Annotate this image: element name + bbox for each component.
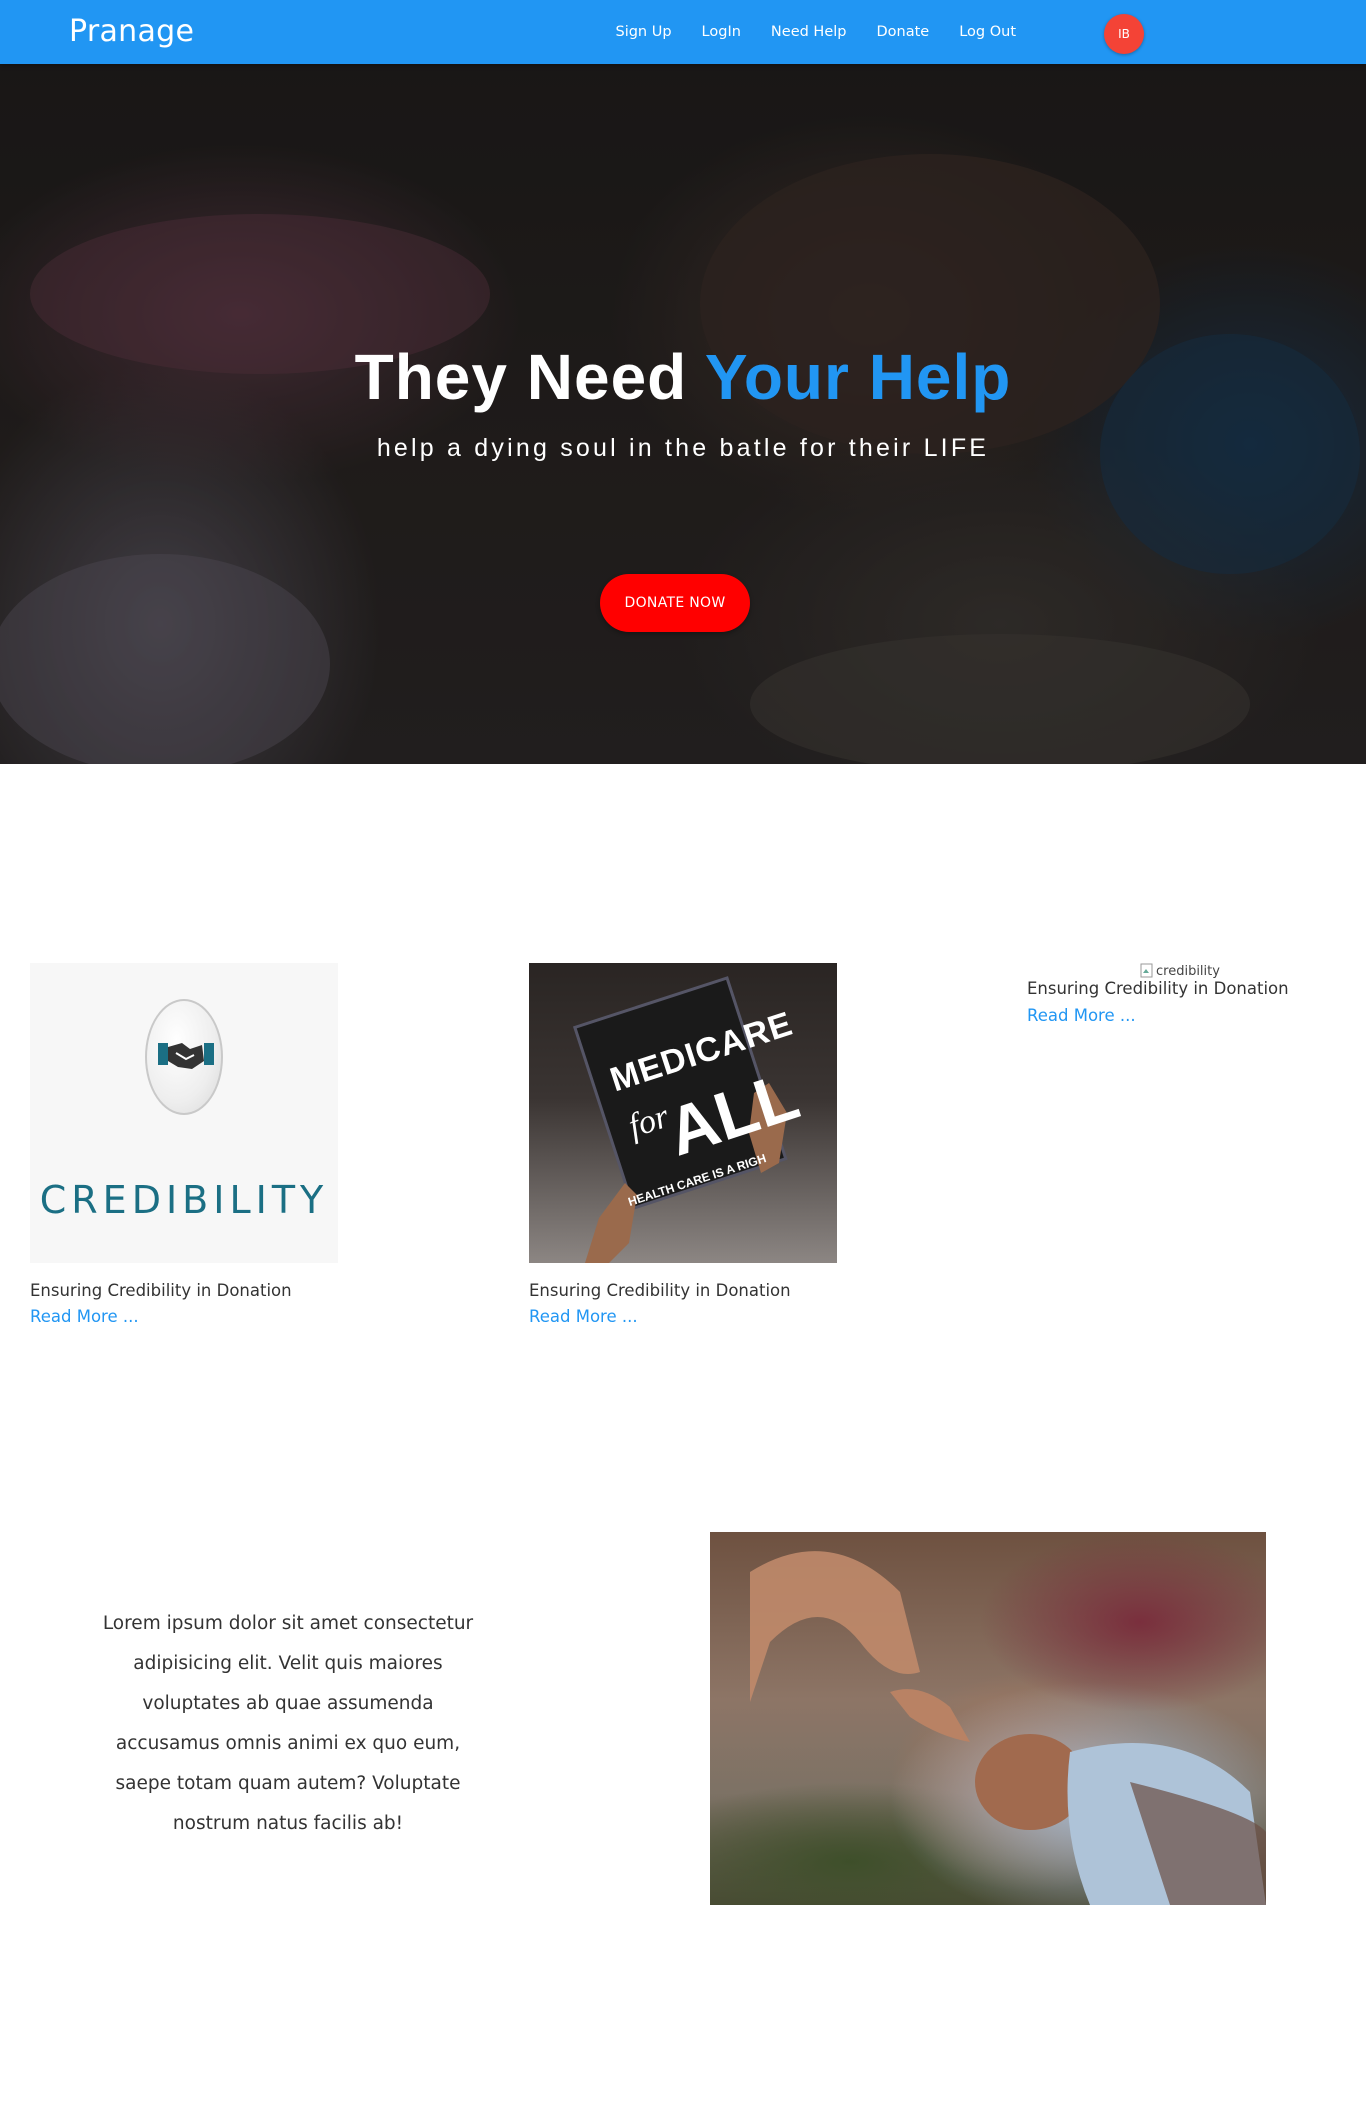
nav-logout-link[interactable]: Log Out (959, 24, 1016, 40)
read-more-link[interactable]: Read More ... (30, 1307, 139, 1326)
nav-signup-link[interactable]: Sign Up (615, 24, 671, 40)
card-title: Ensuring Credibility in Donation (30, 1281, 292, 1300)
hero-title-part1: They Need (354, 341, 688, 413)
photo-graphic (750, 1551, 1266, 1905)
medicare-image[interactable]: MEDICARE for ALL HEALTH CARE IS A RIGH (529, 963, 837, 1263)
broken-image-icon (1140, 963, 1153, 978)
read-more-link[interactable]: Read More ... (529, 1307, 638, 1326)
broken-image-alt-text: credibility (1156, 963, 1220, 979)
feature-card-medicare: MEDICARE for ALL HEALTH CARE IS A RIGH E… (529, 963, 839, 1327)
hand-holding-child-photo[interactable] (710, 1532, 1266, 1905)
nav-login-link[interactable]: LogIn (702, 24, 741, 40)
brand-logo[interactable]: Pranage (69, 14, 194, 49)
hero-subtitle: help a dying soul in the batle for their… (376, 434, 990, 462)
nav-need-help-link[interactable]: Need Help (771, 24, 847, 40)
card-title: Ensuring Credibility in Donation (529, 1281, 791, 1300)
card-title: Ensuring Credibility in Donation (1027, 979, 1289, 998)
donate-now-button[interactable]: DONATE NOW (600, 574, 750, 632)
handshake-icon (158, 1043, 214, 1069)
navbar: Pranage Sign Up LogIn Need Help Donate L… (0, 0, 1366, 64)
hero-title-accent: Your Help (704, 341, 1012, 413)
read-more-link[interactable]: Read More ... (1027, 1006, 1136, 1025)
feature-card-credibility: CREDIBILITY Ensuring Credibility in Dona… (30, 963, 340, 1327)
hero-banner: They Need Your Help help a dying soul in… (0, 64, 1366, 764)
credibility-image-text: CREDIBILITY (39, 1178, 329, 1222)
user-avatar[interactable]: IB (1104, 14, 1144, 54)
about-paragraph: Lorem ipsum dolor sit amet consectetur a… (102, 1613, 474, 1834)
nav-donate-link[interactable]: Donate (876, 24, 929, 40)
nav-links: Sign Up LogIn Need Help Donate Log Out (585, 0, 1016, 64)
hero-title: They Need Your Help (0, 340, 1366, 414)
credibility-image[interactable]: CREDIBILITY (30, 963, 338, 1263)
broken-image-placeholder[interactable]: credibility (1140, 963, 1220, 979)
hero-dark-overlay (0, 64, 1366, 764)
